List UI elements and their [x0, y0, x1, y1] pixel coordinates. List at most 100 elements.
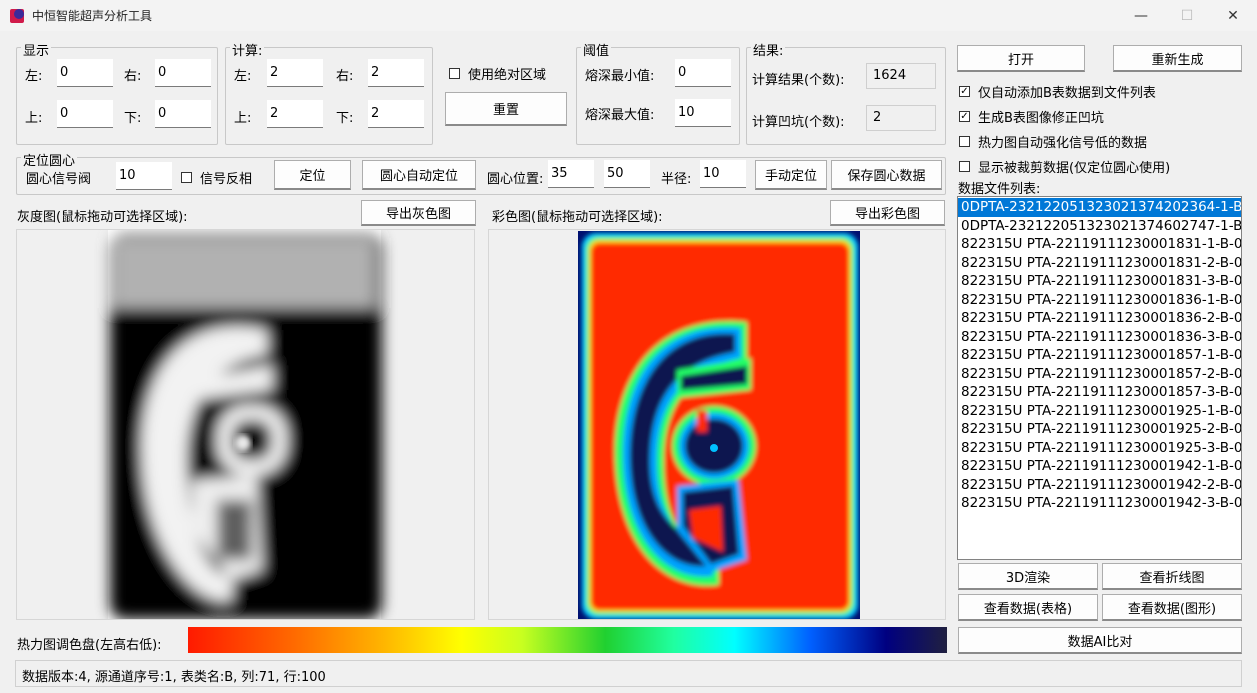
min-depth-input[interactable]	[675, 59, 731, 87]
display-bottom-input[interactable]	[155, 100, 211, 128]
ai-compare-button[interactable]: 数据AI比对	[958, 627, 1242, 654]
option-enhance-low[interactable]: 热力图自动强化信号低的数据	[959, 132, 1147, 151]
file-list-item[interactable]: 822315U PTA-22119111230001857-3-B-0	[958, 383, 1241, 402]
export-color-button[interactable]: 导出彩色图	[830, 200, 945, 226]
locate-button[interactable]: 定位	[274, 160, 351, 190]
option-show-cropped-box	[959, 161, 970, 172]
option-auto-add-b[interactable]: ✓ 仅自动添加B表数据到文件列表	[959, 82, 1156, 101]
display-top-label: 上:	[25, 111, 43, 126]
calc-bottom-label: 下:	[336, 111, 354, 126]
file-list-item[interactable]: 822315U PTA-22119111230001836-1-B-0	[958, 291, 1241, 310]
result-count-value: 1624	[866, 63, 936, 89]
center-y-input[interactable]	[604, 160, 650, 188]
file-list-item[interactable]: 822315U PTA-22119111230001831-1-B-0	[958, 235, 1241, 254]
option-auto-add-b-box: ✓	[959, 86, 970, 97]
save-center-button[interactable]: 保存圆心数据	[831, 160, 942, 190]
export-gray-button[interactable]: 导出灰色图	[361, 200, 476, 226]
gray-image[interactable]	[17, 230, 475, 620]
app-logo-icon	[10, 9, 24, 23]
option-show-cropped[interactable]: 显示被裁剪数据(仅定位圆心使用)	[959, 157, 1170, 176]
render-3d-button[interactable]: 3D渲染	[958, 563, 1098, 590]
view-data-table-button[interactable]: 查看数据(表格)	[958, 594, 1098, 621]
display-bottom-label: 下:	[124, 111, 142, 126]
file-list-item[interactable]: 0DPTA-2321220513230213746027​47-1-B-0	[958, 217, 1241, 236]
result-count-label: 计算结果(个数):	[752, 73, 845, 88]
file-list-item[interactable]: 0DPTA-2321220513230213742023​64-1-B-0	[958, 198, 1241, 217]
regenerate-button[interactable]: 重新生成	[1113, 45, 1242, 72]
file-list-item[interactable]: 822315U PTA-22119111230001925-2-B-0	[958, 420, 1241, 439]
center-signal-input[interactable]	[116, 162, 172, 190]
color-image-panel[interactable]	[488, 229, 946, 620]
option-show-cropped-label: 显示被裁剪数据(仅定位圆心使用)	[978, 161, 1171, 176]
option-fix-pits-box: ✓	[959, 111, 970, 122]
file-list-item[interactable]: 822315U PTA-22119111230001857-2-B-0	[958, 365, 1241, 384]
window-title: 中恒智能超声分析工具	[32, 9, 153, 23]
view-data-graph-button[interactable]: 查看数据(图形)	[1102, 594, 1242, 621]
option-auto-add-b-label: 仅自动添加B表数据到文件列表	[978, 86, 1156, 101]
file-list-item[interactable]: 822315U PTA-22119111230001942-1-B-0	[958, 457, 1241, 476]
option-fix-pits-label: 生成B表图像修正凹坑	[978, 111, 1104, 126]
locate-center-title: 定位圆心	[21, 150, 78, 169]
file-list-item[interactable]: 822315U PTA-22119111230001925-1-B-0	[958, 402, 1241, 421]
result-pits-label: 计算凹坑(个数):	[752, 115, 845, 130]
display-top-input[interactable]	[57, 100, 113, 128]
file-list-item[interactable]: 822315U PTA-22119111230001831-2-B-0	[958, 254, 1241, 273]
file-list-item[interactable]: 822315U PTA-22119111230001836-3-B-0	[958, 328, 1241, 347]
color-image-label: 彩色图(鼠标拖动可选择区域):	[492, 210, 663, 225]
max-depth-label: 熔深最大值:	[585, 108, 655, 123]
gray-image-label: 灰度图(鼠标拖动可选择区域):	[17, 210, 188, 225]
calc-top-label: 上:	[234, 111, 252, 126]
threshold-group-title: 阈值	[581, 40, 612, 59]
file-list-item[interactable]: 822315U PTA-22119111230001836-2-B-0	[958, 309, 1241, 328]
file-list-item[interactable]: 822315U PTA-22119111230001857-1-B-0	[958, 346, 1241, 365]
file-list-label: 数据文件列表:	[958, 182, 1041, 197]
calc-bottom-input[interactable]	[368, 100, 424, 128]
display-right-label: 右:	[124, 69, 142, 84]
maximize-icon: ☐	[1180, 7, 1194, 24]
file-list-item[interactable]: 822315U PTA-22119111230001942-2-B-0	[958, 476, 1241, 495]
palette-label: 热力图调色盘(左高右低):	[17, 638, 162, 653]
signal-invert-checkbox[interactable]: 信号反相	[181, 168, 252, 187]
file-list-item[interactable]: 822315U PTA-22119111230001831-3-B-0	[958, 272, 1241, 291]
gray-image-panel[interactable]	[16, 229, 475, 620]
status-bar: 数据版本:4, 源通道序号:1, 表类名:B, 列:71, 行:100	[15, 660, 1242, 687]
result-group-title: 结果:	[751, 40, 786, 59]
title-bar: 中恒智能超声分析工具 — ☐ ✕	[0, 0, 1257, 31]
center-signal-label: 圆心信号阀	[26, 172, 92, 187]
heat-palette	[188, 627, 947, 653]
center-x-input[interactable]	[548, 160, 594, 188]
minimize-button[interactable]: —	[1118, 0, 1164, 31]
radius-input[interactable]	[700, 160, 746, 188]
file-list-rows: 0DPTA-2321220513230213742023​64-1-B-0 0DP…	[958, 197, 1241, 513]
file-list-item[interactable]: 822315U PTA-22119111230001925-3-B-0	[958, 439, 1241, 458]
abs-region-box	[449, 68, 460, 79]
manual-locate-button[interactable]: 手动定位	[755, 160, 827, 190]
view-line-chart-button[interactable]: 查看折线图	[1102, 563, 1242, 590]
maximize-button[interactable]: ☐	[1164, 0, 1210, 31]
option-enhance-low-box	[959, 136, 970, 147]
abs-region-checkbox[interactable]: 使用绝对区域	[449, 64, 546, 83]
calc-right-input[interactable]	[368, 59, 424, 87]
signal-invert-label: 信号反相	[200, 172, 253, 187]
calc-left-input[interactable]	[267, 59, 323, 87]
abs-region-label: 使用绝对区域	[468, 68, 547, 83]
signal-invert-box	[181, 172, 192, 183]
option-fix-pits[interactable]: ✓ 生成B表图像修正凹坑	[959, 107, 1104, 126]
color-heatmap[interactable]	[489, 230, 946, 620]
display-right-input[interactable]	[155, 59, 211, 87]
option-enhance-low-label: 热力图自动强化信号低的数据	[978, 136, 1148, 151]
close-button[interactable]: ✕	[1210, 0, 1256, 31]
file-list-item[interactable]: 822315U PTA-22119111230001942-3-B-0	[958, 494, 1241, 513]
max-depth-input[interactable]	[675, 99, 731, 127]
min-depth-label: 熔深最小值:	[585, 69, 655, 84]
calc-top-input[interactable]	[267, 100, 323, 128]
file-list[interactable]: 0DPTA-2321220513230213742023​64-1-B-0 0DP…	[957, 196, 1242, 560]
display-left-input[interactable]	[57, 59, 113, 87]
close-icon: ✕	[1227, 7, 1239, 24]
calc-group-title: 计算:	[230, 40, 265, 59]
open-button[interactable]: 打开	[957, 45, 1085, 72]
result-pits-value: 2	[866, 105, 936, 131]
auto-locate-button[interactable]: 圆心自动定位	[362, 160, 476, 190]
reset-button[interactable]: 重置	[445, 92, 567, 126]
calc-right-label: 右:	[336, 69, 354, 84]
